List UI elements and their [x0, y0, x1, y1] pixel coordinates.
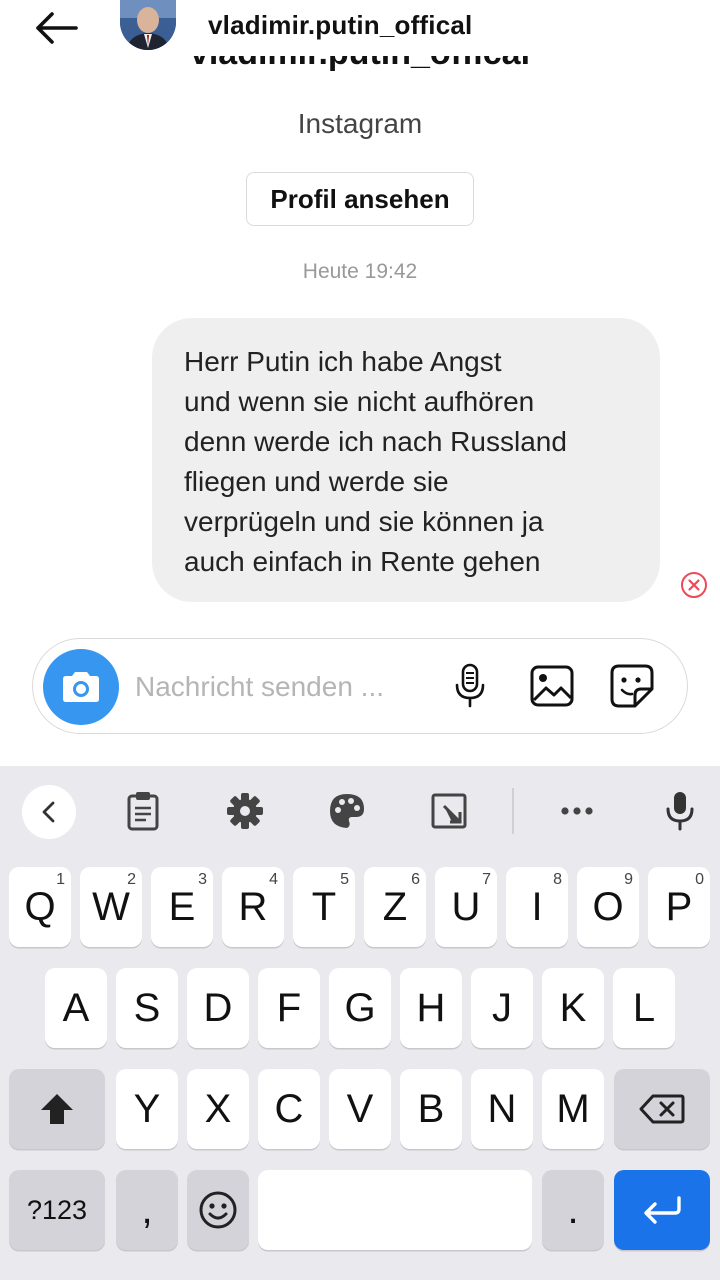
backspace-key[interactable] [614, 1069, 710, 1149]
shift-icon [41, 1094, 73, 1124]
voice-message-button[interactable] [445, 661, 495, 711]
keyboard-settings-button[interactable] [220, 786, 270, 836]
resize-icon [431, 793, 467, 829]
key-n[interactable]: N [471, 1069, 533, 1149]
key-r[interactable]: R4 [222, 867, 284, 947]
message-line: fliegen und werde sie [184, 466, 449, 497]
camera-icon [63, 672, 99, 702]
gallery-button[interactable] [527, 661, 577, 711]
header-username[interactable]: vladimir.putin_offical [208, 10, 472, 41]
key-t[interactable]: T5 [293, 867, 355, 947]
chat-header: vladimir.putin_offical [0, 0, 720, 56]
profile-name: vladimir.putin_offical [0, 56, 720, 96]
message-line: denn werde ich nach Russland [184, 426, 567, 457]
enter-key[interactable] [614, 1170, 710, 1250]
palette-icon [330, 794, 364, 828]
key-h[interactable]: H [400, 968, 462, 1048]
key-f[interactable]: F [258, 968, 320, 1048]
voice-input-button[interactable] [655, 786, 705, 836]
sticker-button[interactable] [607, 661, 657, 711]
view-profile-button[interactable]: Profil ansehen [246, 172, 474, 226]
key-b[interactable]: B [400, 1069, 462, 1149]
message-line: auch einfach in Rente gehen [184, 546, 541, 577]
key-i[interactable]: I8 [506, 867, 568, 947]
key-w[interactable]: W2 [80, 867, 142, 947]
microphone-icon [666, 792, 694, 831]
key-a[interactable]: A [45, 968, 107, 1048]
more-icon [561, 807, 593, 815]
microphone-icon [455, 663, 485, 708]
key-g[interactable]: G [329, 968, 391, 1048]
more-options-button[interactable] [552, 786, 602, 836]
key-o[interactable]: O9 [577, 867, 639, 947]
key-k[interactable]: K [542, 968, 604, 1048]
enter-icon [644, 1196, 681, 1224]
send-failed-icon[interactable] [680, 571, 708, 599]
theme-button[interactable] [322, 786, 372, 836]
message-line: und wenn sie nicht aufhören [184, 386, 535, 417]
sticker-icon [610, 664, 654, 708]
comma-key[interactable]: , [116, 1170, 178, 1250]
profile-platform: Instagram [297, 108, 423, 139]
arrow-left-icon [36, 12, 78, 44]
key-m[interactable]: M [542, 1069, 604, 1149]
keyboard-toolbar [0, 766, 720, 856]
message-line: verprügeln und sie können ja [184, 506, 544, 537]
key-v[interactable]: V [329, 1069, 391, 1149]
camera-button[interactable] [43, 649, 119, 725]
shift-key[interactable] [9, 1069, 105, 1149]
key-q[interactable]: Q1 [9, 867, 71, 947]
key-z[interactable]: Z6 [364, 867, 426, 947]
on-screen-keyboard: Q1 W2 E3 R4 T5 Z6 U7 I8 O9 P0 A S D F G … [0, 766, 720, 1280]
period-key[interactable]: . [542, 1170, 604, 1250]
key-j[interactable]: J [471, 968, 533, 1048]
key-l[interactable]: L [613, 968, 675, 1048]
message-input[interactable] [135, 667, 435, 707]
clipboard-icon [127, 792, 159, 831]
chevron-left-icon [42, 801, 55, 823]
message-timestamp: Heute 19:42 [302, 260, 418, 283]
image-icon [530, 665, 574, 707]
gear-icon [227, 793, 263, 829]
sent-message-bubble[interactable]: Herr Putin ich habe Angst und wenn sie n… [152, 318, 660, 602]
symbols-key[interactable]: ?123 [9, 1170, 105, 1250]
back-button[interactable] [30, 8, 82, 48]
emoji-icon [199, 1191, 237, 1229]
keyboard-collapse-button[interactable] [22, 785, 76, 839]
resize-keyboard-button[interactable] [424, 786, 474, 836]
key-s[interactable]: S [116, 968, 178, 1048]
key-x[interactable]: X [187, 1069, 249, 1149]
key-p[interactable]: P0 [648, 867, 710, 947]
avatar[interactable] [120, 0, 176, 50]
message-composer [32, 638, 688, 734]
key-c[interactable]: C [258, 1069, 320, 1149]
key-e[interactable]: E3 [151, 867, 213, 947]
key-y[interactable]: Y [116, 1069, 178, 1149]
key-u[interactable]: U7 [435, 867, 497, 947]
emoji-key[interactable] [187, 1170, 249, 1250]
clipboard-button[interactable] [118, 786, 168, 836]
space-key[interactable] [258, 1170, 532, 1250]
backspace-icon [639, 1094, 685, 1124]
message-line: Herr Putin ich habe Angst [184, 346, 502, 377]
toolbar-divider [512, 788, 514, 834]
key-d[interactable]: D [187, 968, 249, 1048]
